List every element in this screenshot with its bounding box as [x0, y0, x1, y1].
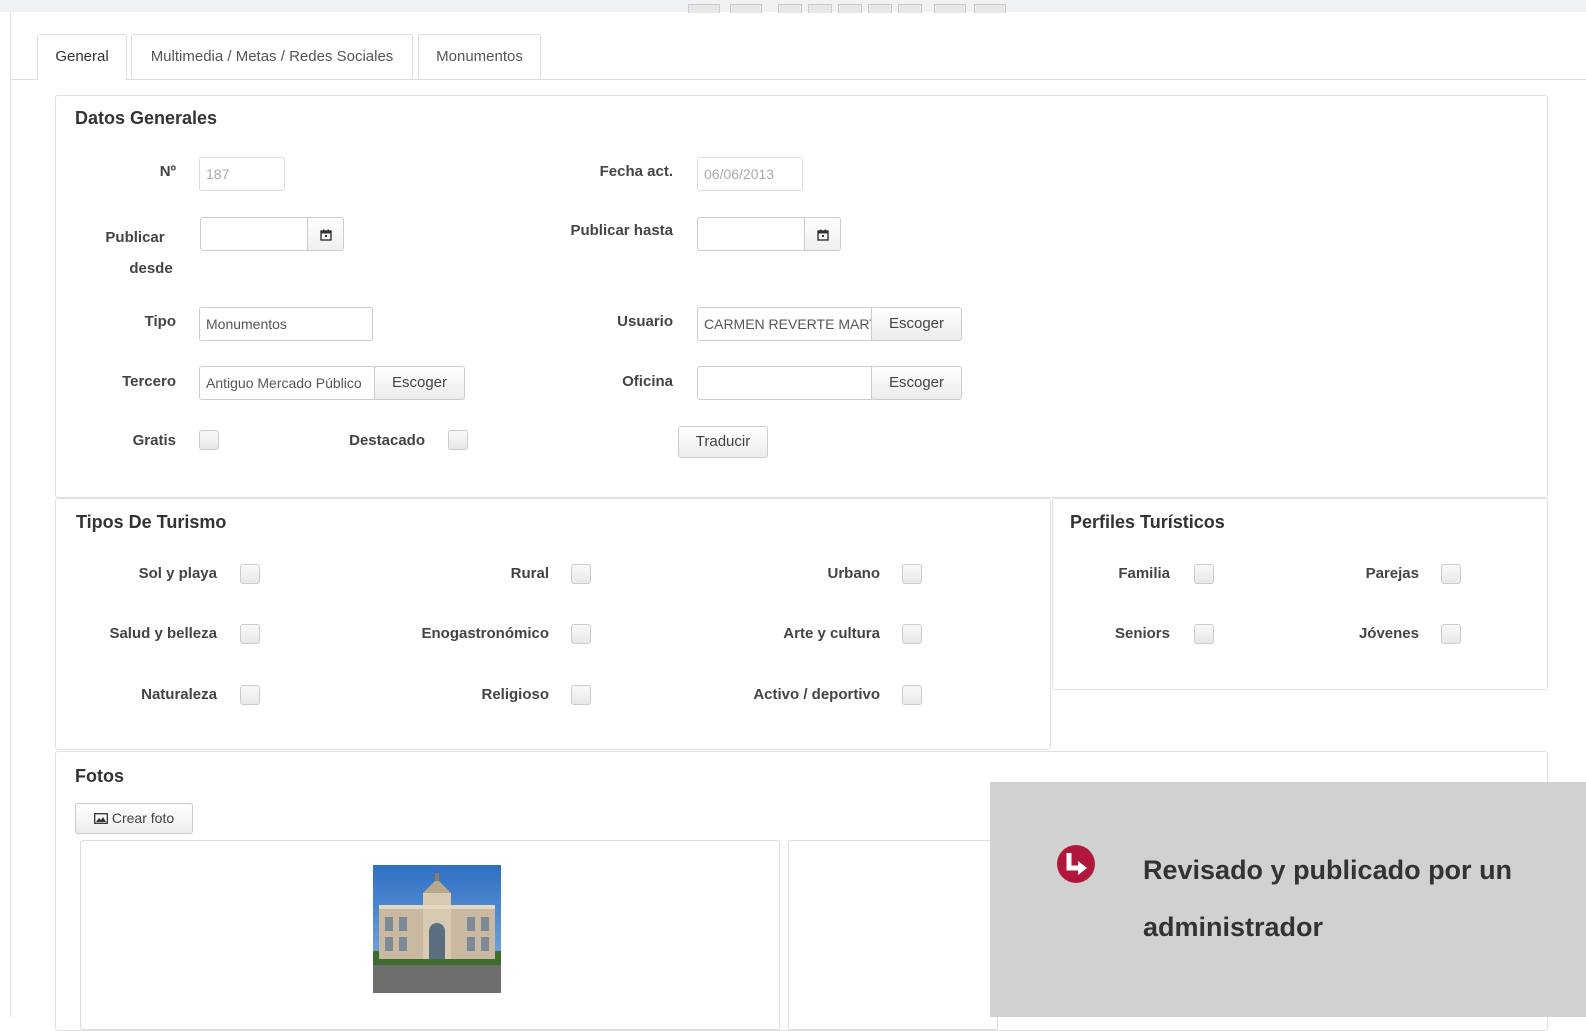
turismo-checkbox-sol-playa[interactable]	[240, 564, 260, 584]
perfil-checkbox-seniors[interactable]	[1194, 624, 1214, 644]
publicar-desde-calendar-button[interactable]	[308, 217, 344, 251]
perfil-label-familia: Familia	[1118, 565, 1170, 582]
publicar-hasta-field[interactable]	[697, 217, 805, 251]
turismo-label-salud: Salud y belleza	[109, 625, 217, 642]
fecha-act-field[interactable]: 06/06/2013	[697, 157, 803, 191]
datos-generales-title: Datos Generales	[75, 108, 218, 128]
toolbar-stub	[934, 4, 966, 13]
oficina-label: Oficina	[622, 373, 673, 390]
building-photo-image	[373, 865, 501, 993]
publicar-desde-field[interactable]	[200, 217, 308, 251]
numero-field[interactable]: 187	[199, 157, 285, 191]
tercero-field[interactable]: Antiguo Mercado Público	[199, 366, 375, 400]
turismo-checkbox-salud[interactable]	[240, 624, 260, 644]
turismo-checkbox-activo[interactable]	[902, 685, 922, 705]
turismo-checkbox-arte[interactable]	[902, 624, 922, 644]
publicar-hasta-label: Publicar hasta	[570, 222, 673, 239]
destacado-label: Destacado	[349, 432, 425, 449]
tab-monumentos[interactable]: Monumentos	[418, 34, 541, 78]
publicar-hasta-calendar-button[interactable]	[805, 217, 841, 251]
datos-generales-panel	[55, 95, 1548, 498]
toolbar-stub	[838, 4, 862, 13]
turn-arrow-icon	[1057, 845, 1095, 883]
publicar-desde-label-line2: desde	[129, 260, 173, 277]
crear-foto-button[interactable]: Crear foto	[75, 803, 193, 834]
tipo-field[interactable]: Monumentos	[199, 307, 373, 341]
turismo-checkbox-urbano[interactable]	[902, 564, 922, 584]
tipo-label: Tipo	[144, 313, 176, 330]
usuario-label: Usuario	[617, 313, 673, 330]
calendar-icon	[319, 229, 332, 241]
photo-thumbnail[interactable]	[373, 865, 501, 993]
top-strip	[0, 0, 1586, 13]
turismo-label-rural: Rural	[510, 565, 549, 582]
perfil-checkbox-familia[interactable]	[1194, 564, 1214, 584]
tab-general[interactable]: General	[37, 34, 127, 80]
toolbar-stub	[898, 4, 922, 13]
destacado-checkbox[interactable]	[448, 430, 468, 450]
turismo-label-enogastronomico: Enogastronómico	[421, 625, 549, 642]
perfiles-title: Perfiles Turísticos	[1070, 512, 1225, 532]
perfil-label-seniors: Seniors	[1114, 625, 1170, 642]
oficina-field[interactable]	[697, 366, 872, 400]
review-note-text: Revisado y publicado por un administrado…	[1143, 855, 1513, 942]
toolbar-stub	[808, 4, 832, 13]
turismo-label-arte: Arte y cultura	[783, 625, 880, 642]
toolbar-stub	[730, 4, 762, 13]
toolbar-stub	[868, 4, 892, 13]
turismo-checkbox-rural[interactable]	[571, 564, 591, 584]
calendar-icon	[816, 229, 829, 241]
tipos-turismo-title: Tipos De Turismo	[76, 512, 227, 532]
turismo-checkbox-enogastronomico[interactable]	[571, 624, 591, 644]
publicar-desde-label: Publicar desde	[90, 222, 180, 284]
tab-baseline	[11, 79, 1586, 80]
usuario-field[interactable]: CARMEN REVERTE MARTINEZ	[697, 307, 872, 341]
image-icon	[93, 813, 108, 824]
turismo-label-religioso: Religioso	[481, 686, 549, 703]
tab-multimedia[interactable]: Multimedia / Metas / Redes Sociales	[131, 34, 413, 78]
publicar-desde-label-line1: Publicar	[105, 229, 165, 246]
perfil-label-parejas: Parejas	[1365, 565, 1419, 582]
turismo-checkbox-religioso[interactable]	[571, 685, 591, 705]
review-note-overlay: Revisado y publicado por un administrado…	[990, 782, 1586, 1017]
toolbar-stub	[688, 4, 720, 13]
gratis-checkbox[interactable]	[199, 430, 219, 450]
toolbar-stub	[778, 4, 802, 13]
perfil-label-jovenes: Jóvenes	[1358, 625, 1419, 642]
fotos-title: Fotos	[75, 766, 124, 786]
turismo-label-naturaleza: Naturaleza	[141, 686, 217, 703]
turismo-label-urbano: Urbano	[827, 565, 881, 582]
tercero-escoger-button[interactable]: Escoger	[374, 366, 465, 400]
turismo-checkbox-naturaleza[interactable]	[240, 685, 260, 705]
perfil-checkbox-parejas[interactable]	[1441, 564, 1461, 584]
fecha-act-label: Fecha act.	[599, 163, 673, 180]
perfil-checkbox-jovenes[interactable]	[1441, 624, 1461, 644]
crear-foto-label: Crear foto	[111, 810, 175, 826]
photo-card	[80, 840, 780, 1030]
turismo-label-sol-playa: Sol y playa	[138, 565, 217, 582]
gratis-label: Gratis	[132, 432, 176, 449]
photo-card	[788, 840, 998, 1030]
tipos-turismo-panel	[55, 498, 1051, 750]
toolbar-stub	[974, 4, 1006, 13]
turismo-label-activo: Activo / deportivo	[753, 686, 880, 703]
tercero-label: Tercero	[122, 373, 176, 390]
frame-border	[10, 12, 11, 1017]
numero-label: Nº	[159, 163, 176, 180]
oficina-escoger-button[interactable]: Escoger	[871, 366, 962, 400]
traducir-button[interactable]: Traducir	[678, 426, 768, 458]
usuario-escoger-button[interactable]: Escoger	[871, 307, 962, 341]
